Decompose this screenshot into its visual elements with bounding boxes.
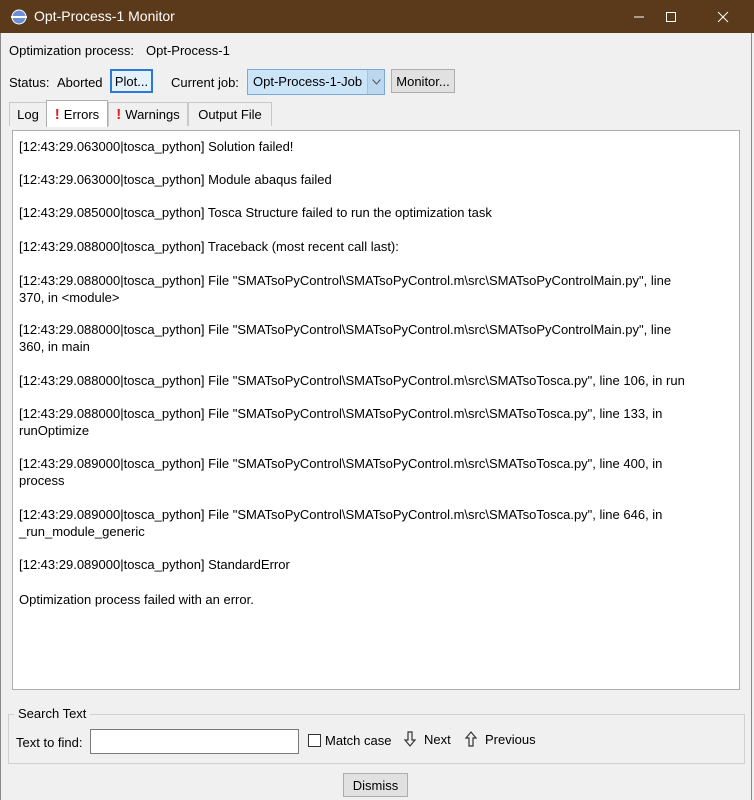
tab-label: Warnings (125, 107, 180, 122)
log-line: runOptimize (19, 423, 90, 438)
warning-icon: ! (116, 106, 122, 123)
log-line: Optimization process failed with an erro… (19, 592, 254, 607)
next-label: Next (424, 731, 451, 747)
tab-log[interactable]: Log (9, 102, 47, 126)
current-job-select[interactable]: Opt-Process-1-Job (247, 69, 385, 95)
current-job-label: Current job: (171, 75, 239, 90)
log-line: [12:43:29.089000|tosca_python] File "SMA… (19, 456, 663, 471)
status-value: Aborted (57, 75, 103, 90)
window-title: Opt-Process-1 Monitor (34, 8, 175, 24)
chevron-down-icon (367, 70, 384, 94)
process-value: Opt-Process-1 (146, 43, 230, 58)
close-button[interactable] (700, 0, 746, 33)
tab-label: Output File (198, 107, 262, 122)
match-case-checkbox[interactable] (308, 734, 321, 747)
log-line: [12:43:29.088000|tosca_python] File "SMA… (19, 373, 685, 388)
log-line: 370, in <module> (19, 290, 120, 305)
log-line: 360, in main (19, 339, 90, 354)
log-line: [12:43:29.085000|tosca_python] Tosca Str… (19, 205, 492, 220)
tab-label: Log (17, 107, 39, 122)
next-button[interactable]: Next (404, 731, 451, 747)
tab-output-file[interactable]: Output File (188, 102, 272, 126)
tab-warnings[interactable]: ! Warnings (108, 102, 188, 126)
previous-label: Previous (485, 731, 536, 747)
error-log-pane[interactable]: [12:43:29.063000|tosca_python] Solution … (12, 130, 740, 690)
tab-label: Errors (63, 106, 100, 122)
previous-button[interactable]: Previous (465, 731, 536, 747)
arrow-down-icon (404, 731, 416, 747)
arrow-up-icon (465, 731, 477, 747)
title-bar: Opt-Process-1 Monitor (0, 0, 754, 33)
match-case-label[interactable]: Match case (325, 733, 391, 748)
minimize-icon (634, 16, 644, 17)
error-icon: ! (54, 105, 60, 123)
tab-errors[interactable]: ! Errors (46, 100, 108, 127)
maximize-button[interactable] (648, 0, 694, 33)
search-group-title: Search Text (14, 706, 91, 721)
process-label: Optimization process: (9, 43, 134, 58)
status-label: Status: (9, 75, 50, 90)
log-line: process (19, 473, 65, 488)
log-line: _run_module_generic (19, 524, 145, 539)
log-line: [12:43:29.089000|tosca_python] File "SMA… (19, 507, 663, 522)
current-job-value: Opt-Process-1-Job (253, 74, 363, 89)
text-to-find-label: Text to find: (16, 735, 83, 750)
dismiss-button[interactable]: Dismiss (343, 773, 408, 797)
maximize-icon (666, 11, 676, 22)
log-line: [12:43:29.088000|tosca_python] File "SMA… (19, 322, 672, 337)
log-line: [12:43:29.089000|tosca_python] StandardE… (19, 557, 290, 572)
close-icon (717, 11, 729, 22)
log-line: [12:43:29.088000|tosca_python] File "SMA… (19, 406, 663, 421)
log-line: [12:43:29.088000|tosca_python] Traceback… (19, 239, 399, 254)
log-line: [12:43:29.063000|tosca_python] Module ab… (19, 172, 332, 187)
monitor-button[interactable]: Monitor... (391, 69, 455, 93)
log-line: [12:43:29.063000|tosca_python] Solution … (19, 139, 294, 154)
log-line: [12:43:29.088000|tosca_python] File "SMA… (19, 273, 672, 288)
text-to-find-input[interactable] (90, 729, 299, 754)
app-icon (11, 9, 27, 25)
plot-button[interactable]: Plot... (110, 69, 153, 93)
